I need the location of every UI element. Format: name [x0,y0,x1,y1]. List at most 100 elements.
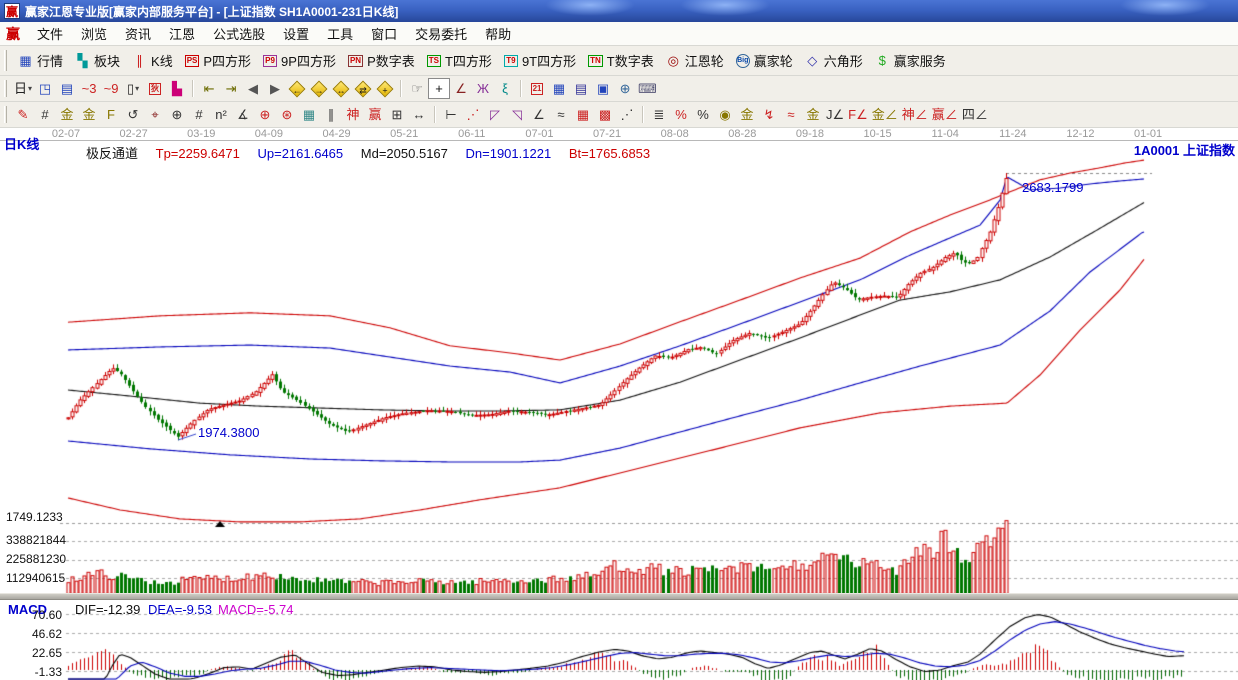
gold-angle-tool[interactable]: 金 [802,104,824,125]
parallel-rays-tool[interactable]: ⋰ [616,104,638,125]
grid-ruler-tool[interactable]: # [34,104,56,125]
draw-pen-tool[interactable]: ✎ [12,104,34,125]
pan-left-button[interactable]: ← [286,78,308,99]
first-page-button[interactable]: ⇤ [198,78,220,99]
menu-item-window[interactable]: 窗口 [362,22,406,45]
circle-cross-tool[interactable]: ⊕ [254,104,276,125]
number-grid-tool[interactable]: ⊞ [386,104,408,125]
menu-item-settings[interactable]: 设置 [274,22,318,45]
menu-item-help[interactable]: 帮助 [476,22,520,45]
angle-measure-tool[interactable]: ∠ [450,78,472,99]
gold-line-tool[interactable]: 金 [736,104,758,125]
time-spiral-tool[interactable]: ↺ [122,104,144,125]
list-notes-tool[interactable]: ▤ [56,78,78,99]
locate-tool[interactable]: ⌖ [144,104,166,125]
pan-right-button[interactable]: → [308,78,330,99]
toolbar-button-t-square[interactable]: TST四方形 [421,49,498,73]
wave-brain-tool[interactable]: ξ [494,78,516,99]
toolbar-button-market[interactable]: ▦行情 [12,49,69,73]
f-angle-tool[interactable]: F∠ [846,104,870,125]
calculator-tool[interactable]: ▦ [548,78,570,99]
crosshair-tool[interactable]: + [428,78,450,99]
toolbar-button-p-square[interactable]: PSP四方形 [179,49,257,73]
candle-style-dropdown[interactable]: ▯▾ [122,78,144,99]
corner-fan-tool[interactable]: ◸ [484,104,506,125]
toolbar-button-winner-service[interactable]: $赢家服务 [869,49,952,73]
save-tool[interactable]: ▣ [592,78,614,99]
net-chart-tool[interactable]: ◳ [34,78,56,99]
toolbar-grip[interactable] [4,106,7,124]
percent-tool[interactable]: % [692,104,714,125]
toolbar-button-p-table[interactable]: PNP数字表 [342,49,421,73]
di-pattern-tool[interactable]: 狄 [144,78,166,99]
swap-view-button[interactable]: ⇄ [352,78,374,99]
volume-profile-tool[interactable]: ▙ [166,78,188,99]
gold-ratio-tool[interactable]: 金 [56,104,78,125]
gann-circle-tool[interactable]: ⊕ [166,104,188,125]
menu-item-file[interactable]: 文件 [28,22,72,45]
span-measure-tool[interactable]: ↔ [408,104,430,125]
step-forward-button[interactable]: ▶ [264,78,286,99]
corner-fan2-tool[interactable]: ◹ [506,104,528,125]
ying-angle-tool[interactable]: 赢∠ [930,104,960,125]
calendar-tool[interactable]: 21 [526,78,548,99]
gold-angle2-tool[interactable]: 金∠ [870,104,900,125]
square-numbers-tool[interactable]: n² [210,104,232,125]
remote-pc-tool[interactable]: ⌨ [636,78,659,99]
gann-shape-tool[interactable]: Ж [472,78,494,99]
toolbar-button-hexagon[interactable]: ◇六角形 [799,49,869,73]
gold-circle-tool[interactable]: ◉ [714,104,736,125]
angle-fan-tool[interactable]: ∠ [528,104,550,125]
ying-grid-tool[interactable]: 赢 [364,104,386,125]
toolbar-button-9p-square[interactable]: P99P四方形 [257,49,342,73]
period-day-dropdown[interactable]: 日▾ [12,78,34,99]
fan-lines-tool[interactable]: ⋰ [462,104,484,125]
menu-item-formula[interactable]: 公式选股 [204,22,274,45]
step-back-button[interactable]: ◀ [242,78,264,99]
red-wave-tool[interactable]: ≈ [780,104,802,125]
percent-line-tool[interactable]: % [670,104,692,125]
baseline-tool[interactable]: ⊢ [440,104,462,125]
web-data-tool[interactable]: ⊕ [614,78,636,99]
toolbar-grip[interactable] [4,80,7,98]
wave9-tool[interactable]: ~9 [100,78,122,99]
four-angle-tool[interactable]: 四∠ [960,104,990,125]
toolbar-button-sectors[interactable]: ▚板块 [69,49,126,73]
red-grid2-tool[interactable]: ▩ [594,104,616,125]
toolbar-button-winner-wheel[interactable]: Big赢家轮 [730,49,799,73]
ying-angle-icon: 赢∠ [932,107,958,122]
gold-ratio2-tool[interactable]: 金 [78,104,100,125]
hand-tool[interactable]: ☞ [406,78,428,99]
flame-marker-tool[interactable]: ↯ [758,104,780,125]
menu-item-gann[interactable]: 江恩 [160,22,204,45]
toolbar-button-kline[interactable]: ∥K线 [126,49,179,73]
toolbar-button-t-table[interactable]: TNT数字表 [582,49,660,73]
star-grid-tool[interactable]: ⊛ [276,104,298,125]
j-angle-tool[interactable]: J∠ [824,104,846,125]
net-box-tool[interactable]: ▦ [298,104,320,125]
panel-splitter[interactable] [0,593,1238,600]
menu-item-browse[interactable]: 浏览 [72,22,116,45]
wave-tool[interactable]: ≈ [550,104,572,125]
toolbar-grip[interactable] [4,50,7,70]
report-tool[interactable]: ▤ [570,78,592,99]
last-page-button[interactable]: ⇥ [220,78,242,99]
wave3-tool[interactable]: ~3 [78,78,100,99]
gold-angle-icon: 金 [806,107,819,122]
density-grid-tool[interactable]: # [188,104,210,125]
menu-item-tools[interactable]: 工具 [318,22,362,45]
menu-item-trade[interactable]: 交易委托 [406,22,476,45]
ladder-tool[interactable]: ≣ [648,104,670,125]
menu-item-news[interactable]: 资讯 [116,22,160,45]
fib-grid-tool[interactable]: F [100,104,122,125]
toolbar-button-9t-square[interactable]: T99T四方形 [498,49,582,73]
shen-angle-tool[interactable]: 神∠ [900,104,930,125]
shen-grid-tool[interactable]: 神 [342,104,364,125]
toolbar-button-gann-wheel[interactable]: ◎江恩轮 [660,49,730,73]
parallel-marks-tool[interactable]: ∥ [320,104,342,125]
center-view-button[interactable]: + [374,78,396,99]
zoom-horizontal-button[interactable]: ↔ [330,78,352,99]
angle-line-tool[interactable]: ∡ [232,104,254,125]
toolbar-button-label: 9T四方形 [522,51,576,70]
red-grid-tool[interactable]: ▦ [572,104,594,125]
